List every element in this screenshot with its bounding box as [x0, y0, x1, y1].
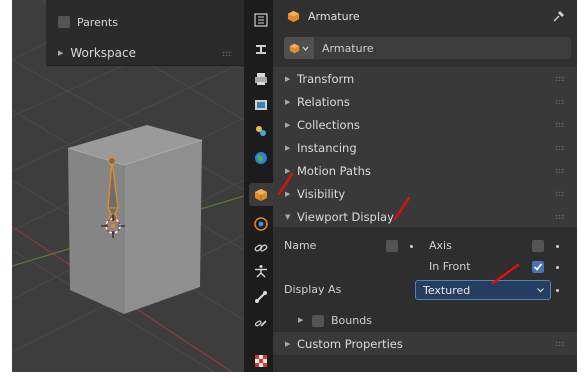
datablock-name-input[interactable]: Armature	[322, 42, 374, 55]
display-as-label: Display As	[284, 283, 342, 296]
collapsed-arrow-icon[interactable]: ▶	[298, 316, 303, 324]
drag-handle-icon[interactable]	[555, 145, 565, 150]
panel-viewport-display[interactable]: ▼ Viewport Display	[273, 205, 577, 228]
panel-label: Viewport Display	[297, 209, 394, 224]
tab-view-layer[interactable]	[249, 119, 273, 142]
object-cube-icon	[287, 10, 300, 22]
tab-world[interactable]	[249, 146, 273, 169]
keyframe-dot-icon[interactable]	[410, 245, 413, 248]
panel-collections[interactable]: ▶ Collections	[273, 113, 577, 136]
tab-render[interactable]	[249, 67, 273, 90]
workspace-label: Workspace	[70, 46, 136, 60]
workspace-row[interactable]: ▶ Workspace	[58, 43, 136, 63]
tab-object[interactable]	[249, 183, 273, 206]
drag-handle-icon[interactable]	[222, 51, 232, 56]
chevron-down-icon	[302, 46, 309, 51]
display-as-value: Textured	[423, 283, 471, 297]
in-front-checkbox[interactable]	[532, 261, 544, 273]
tab-output[interactable]	[249, 93, 273, 116]
tab-constraints[interactable]	[249, 236, 273, 259]
drag-handle-icon[interactable]	[555, 168, 565, 173]
parents-checkbox[interactable]	[58, 16, 70, 28]
panel-label: Relations	[297, 94, 350, 109]
collapsed-arrow-icon: ▶	[285, 189, 291, 198]
properties-editor: Armature Armature ▶ Transform ▶ Relation…	[273, 0, 577, 372]
bone-icon	[255, 290, 267, 303]
object-datablock-field[interactable]: Armature	[284, 37, 571, 59]
collapsed-arrow-icon: ▶	[285, 120, 291, 129]
collapsed-arrow-icon: ▶	[285, 74, 291, 83]
properties-tab-bar	[249, 0, 273, 372]
datablock-browse-button[interactable]	[284, 37, 314, 59]
tab-bone-constraints[interactable]	[249, 311, 273, 334]
parents-row[interactable]: Parents	[58, 12, 118, 32]
display-as-dropdown[interactable]: Textured	[415, 280, 551, 300]
keyframe-dot-icon[interactable]	[556, 266, 559, 269]
object-data-icon	[254, 216, 268, 231]
collapsed-arrow-icon: ▶	[285, 143, 291, 152]
output-icon	[255, 99, 267, 110]
panel-label: Instancing	[297, 140, 357, 155]
keyframe-dot-icon[interactable]	[556, 289, 559, 292]
3d-viewport[interactable]: Parents ▶ Workspace	[12, 0, 244, 372]
panel-motion-paths[interactable]: ▶ Motion Paths	[273, 159, 577, 182]
render-icon	[255, 72, 267, 85]
panel-relations[interactable]: ▶ Relations	[273, 90, 577, 113]
name-label: Name	[284, 239, 317, 252]
object-cube-icon	[255, 188, 267, 201]
axis-label: Axis	[429, 239, 452, 252]
tab-modifiers[interactable]	[249, 212, 273, 235]
tab-texture[interactable]	[249, 349, 273, 372]
editor-type-icon[interactable]	[249, 8, 273, 31]
tab-bone-properties[interactable]	[249, 285, 273, 308]
bounds-label: Bounds	[331, 314, 372, 327]
view-layer-icon	[256, 125, 266, 136]
object-cube-icon	[289, 43, 300, 53]
collapsed-arrow-icon: ▶	[285, 166, 291, 175]
tool-icon	[256, 44, 266, 54]
keyframe-dot-icon[interactable]	[556, 245, 559, 248]
panel-custom-properties[interactable]: ▶ Custom Properties	[273, 332, 577, 355]
chevron-down-icon	[537, 288, 544, 293]
expand-arrow-icon: ▶	[58, 49, 64, 57]
panel-instancing[interactable]: ▶ Instancing	[273, 136, 577, 159]
panel-label: Collections	[297, 117, 360, 132]
properties-header: Armature	[273, 0, 577, 32]
drag-handle-icon[interactable]	[555, 76, 565, 81]
panel-label: Visibility	[297, 186, 346, 201]
tab-bone[interactable]	[249, 259, 273, 282]
world-icon	[255, 151, 267, 164]
parents-label: Parents	[77, 15, 118, 29]
texture-checker-icon	[255, 354, 267, 367]
drag-handle-icon[interactable]	[555, 99, 565, 104]
drag-handle-icon[interactable]	[555, 122, 565, 127]
checkmark-icon	[533, 263, 543, 271]
bone-constraint-icon	[254, 319, 267, 327]
panel-label: Custom Properties	[297, 336, 403, 351]
axis-checkbox[interactable]	[532, 240, 544, 252]
panel-transform[interactable]: ▶ Transform	[273, 67, 577, 90]
object-name-title: Armature	[308, 9, 360, 23]
name-checkbox[interactable]	[386, 240, 398, 252]
drag-handle-icon[interactable]	[555, 191, 565, 196]
viewport-overlay-popover: Parents ▶ Workspace	[46, 0, 244, 66]
collapsed-arrow-icon: ▶	[285, 339, 291, 348]
panel-label: Transform	[297, 71, 355, 86]
tab-tool[interactable]	[249, 37, 273, 60]
panel-label: Motion Paths	[297, 163, 371, 178]
expanded-arrow-icon: ▼	[285, 212, 291, 221]
drag-handle-icon[interactable]	[555, 214, 565, 219]
bounds-checkbox[interactable]	[312, 315, 324, 327]
viewport-display-content: Name Axis In Front Display As Textured ▶…	[273, 227, 577, 332]
drag-handle-icon[interactable]	[555, 341, 565, 346]
collapsed-arrow-icon: ▶	[285, 97, 291, 106]
constraint-link-icon	[254, 243, 268, 252]
armature-figure-icon	[255, 264, 267, 277]
panel-visibility[interactable]: ▶ Visibility	[273, 182, 577, 205]
in-front-label: In Front	[429, 260, 471, 273]
pin-icon[interactable]	[553, 10, 565, 22]
